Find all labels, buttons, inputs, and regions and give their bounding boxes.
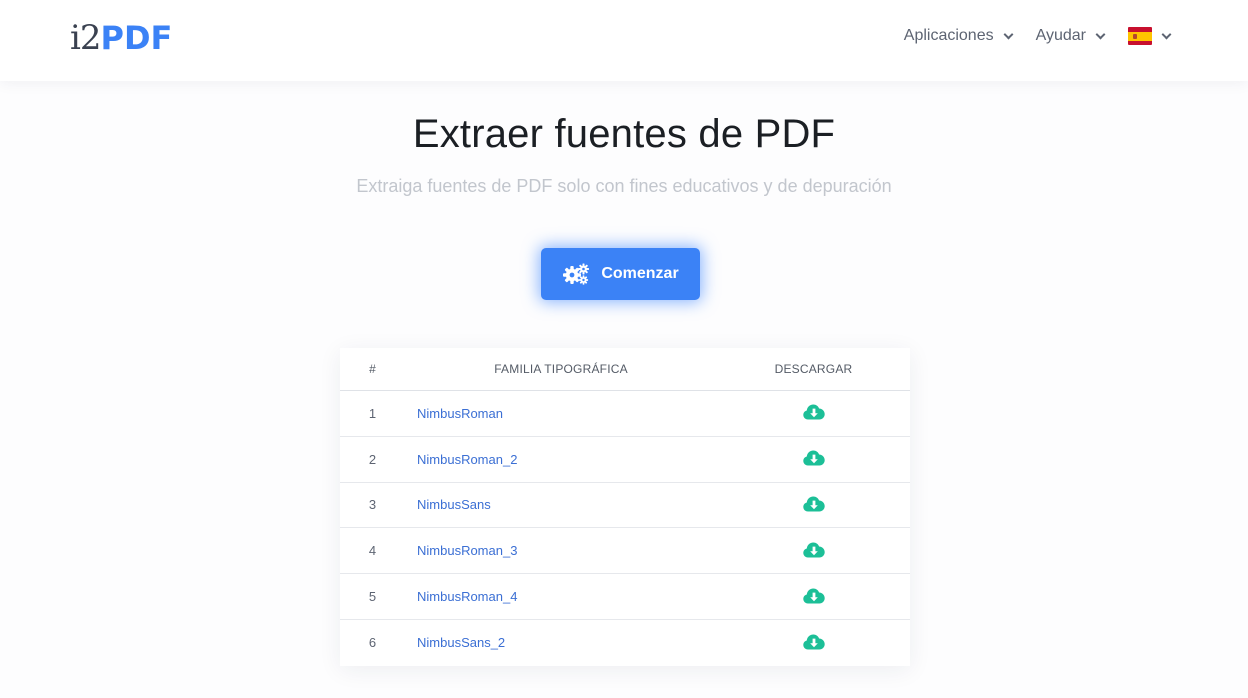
font-family-link[interactable]: NimbusSans xyxy=(417,497,491,512)
table-header: # FAMILIA TIPOGRÁFICA DESCARGAR xyxy=(340,348,910,391)
font-family-link[interactable]: NimbusRoman xyxy=(417,406,503,421)
chevron-down-icon xyxy=(1161,29,1172,40)
cloud-download-icon[interactable] xyxy=(802,541,825,561)
nav-ayudar-label: Ayudar xyxy=(1035,27,1086,44)
chevron-down-icon xyxy=(1095,29,1106,40)
start-button-label: Comenzar xyxy=(601,265,679,282)
page-title: Extraer fuentes de PDF xyxy=(412,112,836,156)
table-row: 6 NimbusSans_2 xyxy=(340,620,910,666)
header-family: FAMILIA TIPOGRÁFICA xyxy=(494,362,628,376)
nav-aplicaciones-label: Aplicaciones xyxy=(903,27,994,44)
header-num: # xyxy=(369,362,376,376)
row-number: 4 xyxy=(368,543,377,559)
cloud-download-icon[interactable] xyxy=(802,587,825,607)
gears-icon xyxy=(563,263,590,285)
row-number: 2 xyxy=(368,451,377,467)
table-row: 3 NimbusSans xyxy=(340,483,910,529)
start-button[interactable]: Comenzar xyxy=(541,248,700,300)
i2pdf-logo[interactable]: i2 PDF xyxy=(70,18,172,58)
row-number: 5 xyxy=(368,589,377,605)
chevron-down-icon xyxy=(1003,29,1014,40)
language-selector[interactable] xyxy=(1128,27,1172,45)
table-row: 4 NimbusRoman_3 xyxy=(340,528,910,575)
table-row: 1 NimbusRoman xyxy=(340,391,910,437)
row-number: 1 xyxy=(368,405,377,421)
font-family-link[interactable]: NimbusRoman_2 xyxy=(417,452,517,467)
logo-pdf-text: PDF xyxy=(100,19,173,57)
header-download: DESCARGAR xyxy=(774,362,853,376)
font-family-link[interactable]: NimbusSans_2 xyxy=(417,635,505,650)
font-family-link[interactable]: NimbusRoman_3 xyxy=(417,543,517,558)
cloud-download-icon[interactable] xyxy=(802,633,825,653)
font-family-link[interactable]: NimbusRoman_4 xyxy=(417,589,517,604)
table-row: 2 NimbusRoman_2 xyxy=(340,437,910,483)
spain-flag-icon xyxy=(1128,27,1152,45)
nav-aplicaciones[interactable]: Aplicaciones xyxy=(903,27,1014,45)
cloud-download-icon[interactable] xyxy=(802,495,825,515)
table-body: 1 NimbusRoman 2 NimbusRoman_2 3 NimbusSans 4 Ni… xyxy=(340,391,910,666)
table-row: 5 NimbusRoman_4 xyxy=(340,574,910,620)
row-number: 3 xyxy=(368,497,377,513)
logo-i2-text: i2 xyxy=(70,18,102,58)
nav-ayudar[interactable]: Ayudar xyxy=(1035,27,1106,45)
fonts-table: # FAMILIA TIPOGRÁFICA DESCARGAR 1 NimbusR… xyxy=(340,348,910,666)
page-subtitle: Extraiga fuentes de PDF solo con fines e… xyxy=(356,176,892,196)
row-number: 6 xyxy=(368,635,377,651)
main-nav: Aplicaciones Ayudar xyxy=(880,24,1172,48)
cloud-download-icon[interactable] xyxy=(802,449,825,469)
site-header: i2 PDF Aplicaciones Ayudar xyxy=(0,0,1248,81)
cloud-download-icon[interactable] xyxy=(802,403,825,423)
